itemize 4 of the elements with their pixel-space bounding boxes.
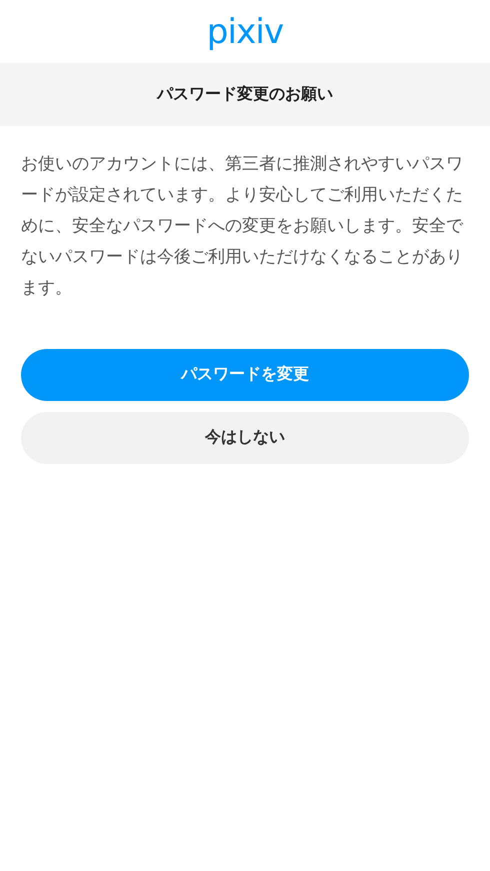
page-title: パスワード変更のお願い	[157, 84, 333, 104]
skip-button[interactable]: 今はしない	[21, 412, 469, 464]
message-text: お使いのアカウントには、第三者に推測されやすいパスワードが設定されています。より安心してご利用いただくために、安全なパスワードへの変更をお願いします。安全でないパスワードは今後ご利用いただけなくなることがあります。	[20, 153, 464, 299]
logo: pixiv	[206, 14, 284, 48]
